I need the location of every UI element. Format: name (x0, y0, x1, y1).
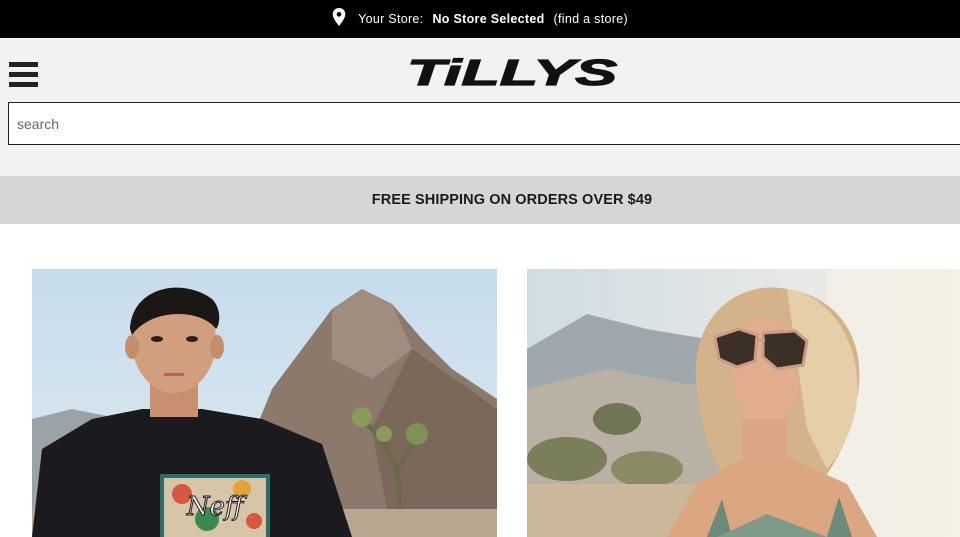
store-bar: Your Store: No Store Selected (find a st… (0, 0, 960, 38)
free-shipping-banner[interactable]: FREE SHIPPING ON ORDERS OVER $49 (0, 176, 960, 224)
tillys-logo-mark: TiLLYS (406, 51, 617, 93)
tillys-logo[interactable]: TiLLYS (404, 51, 620, 93)
hero-image-mens[interactable]: Neff (32, 269, 497, 537)
promo-text: FREE SHIPPING ON ORDERS OVER $49 (371, 192, 653, 208)
store-label: Your Store: (358, 12, 424, 26)
search-box[interactable] (8, 102, 960, 145)
hero-image-womens[interactable] (527, 269, 960, 537)
store-value: No Store Selected (432, 12, 545, 26)
svg-text:TiLLYS: TiLLYS (407, 56, 617, 90)
site-header: TiLLYS (0, 38, 960, 176)
hamburger-menu-icon[interactable] (9, 62, 38, 88)
search-input[interactable] (9, 103, 960, 144)
location-pin-icon (332, 8, 346, 26)
hero-mens-photo: Neff (32, 269, 497, 537)
find-store-link[interactable]: (find a store) (554, 12, 628, 26)
tshirt-print-text: Neff (186, 492, 248, 522)
hero-womens-photo (527, 269, 960, 537)
